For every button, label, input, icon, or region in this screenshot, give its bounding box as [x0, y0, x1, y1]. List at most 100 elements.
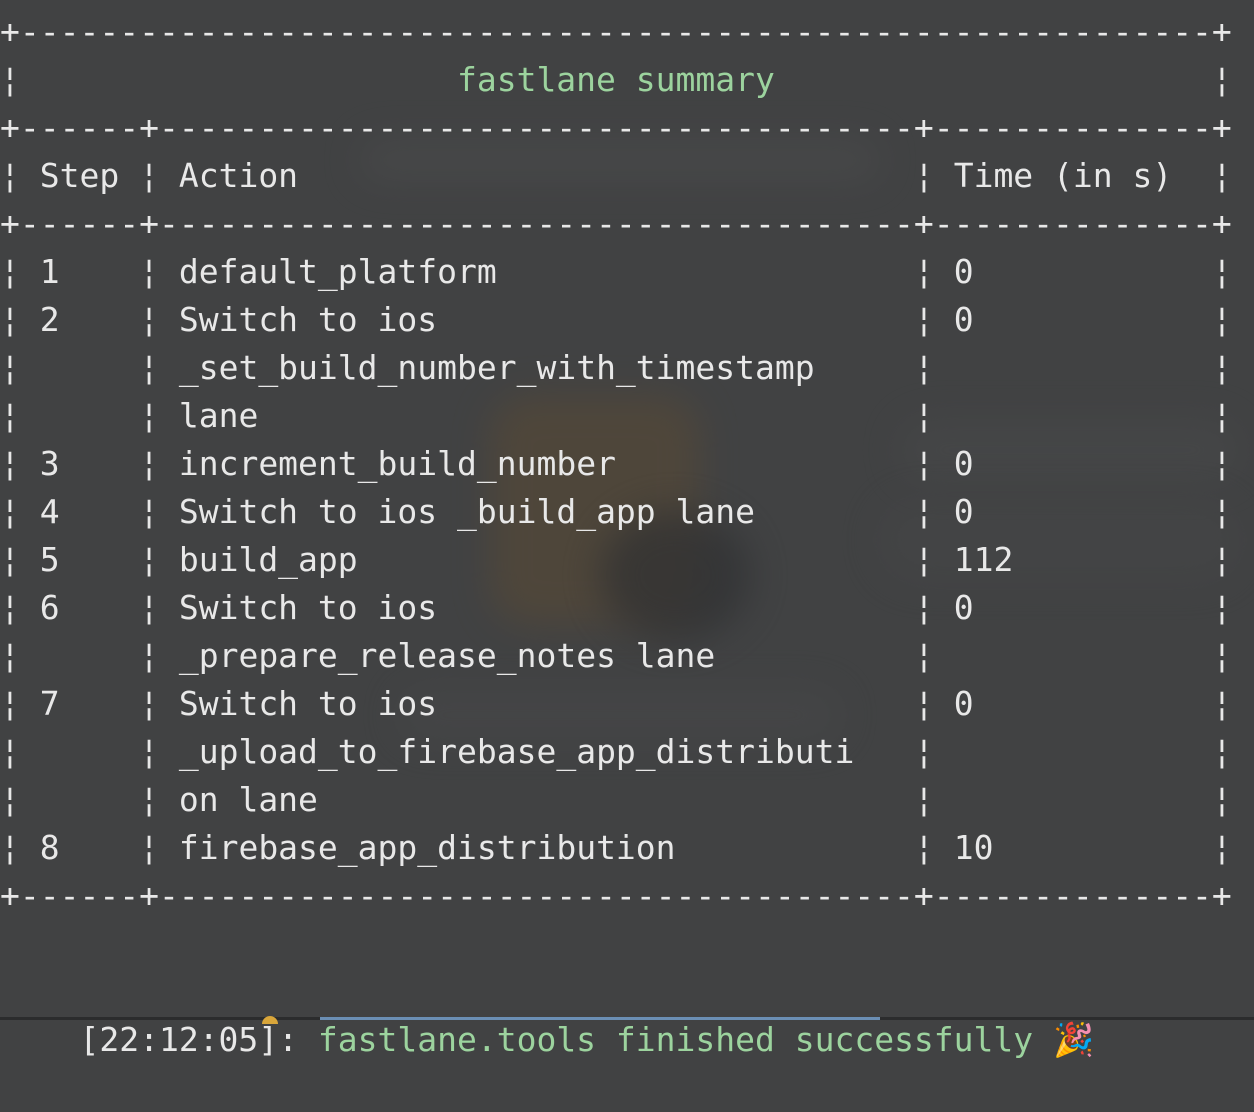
step-cell: 1 [39, 252, 120, 291]
step-cell [40, 732, 119, 771]
table-border: ¦ [0, 60, 457, 99]
table-border: ¦ [894, 348, 954, 387]
table-title-row: ¦ fastlane summary ¦ [0, 56, 1232, 104]
time-cell [954, 780, 1192, 819]
step-cell [40, 348, 119, 387]
table-border: ¦ [119, 636, 179, 675]
time-cell [954, 396, 1192, 435]
table-border-top: +---------------------------------------… [0, 8, 1232, 56]
column-header-action: Action [178, 156, 895, 195]
time-cell: 0 [953, 444, 1193, 483]
time-cell [954, 732, 1192, 771]
step-cell [40, 396, 119, 435]
table-border: ¦ [119, 780, 179, 819]
time-cell [954, 636, 1192, 675]
table-row: ¦ ¦ _upload_to_firebase_app_distributi ¦… [0, 728, 1232, 776]
status-timestamp: [22:12:05]: [79, 1020, 299, 1059]
table-border: ¦ [1192, 828, 1232, 867]
table-border: ¦ [0, 588, 40, 627]
table-border: ¦ [1192, 540, 1232, 579]
column-header-time: Time (in s) [953, 156, 1193, 195]
table-border: ¦ [1192, 684, 1232, 723]
table-border: ¦ [119, 156, 179, 195]
table-border: +------+--------------------------------… [0, 204, 1232, 243]
table-border: ¦ [0, 540, 40, 579]
action-cell: _set_build_number_with_timestamp [178, 348, 895, 387]
action-cell: _prepare_release_notes lane [178, 636, 895, 675]
table-border: ¦ [0, 636, 40, 675]
table-border: ¦ [1192, 396, 1232, 435]
table-row: ¦ ¦ on lane ¦ ¦ [0, 776, 1232, 824]
time-cell: 0 [953, 588, 1193, 627]
table-border: ¦ [894, 396, 954, 435]
table-border: ¦ [894, 732, 954, 771]
table-border: ¦ [894, 492, 954, 531]
table-border: ¦ [1192, 492, 1232, 531]
time-cell: 0 [953, 252, 1193, 291]
action-cell: on lane [178, 780, 895, 819]
table-border: ¦ [1192, 252, 1232, 291]
action-cell: Switch to ios _build_app lane [178, 492, 895, 531]
status-message: fastlane.tools finished successfully [317, 1020, 1034, 1059]
table-border: ¦ [894, 444, 954, 483]
action-cell: Switch to ios [178, 300, 895, 339]
column-header-step: Step [39, 156, 120, 195]
table-row: ¦ 6 ¦ Switch to ios ¦ 0 ¦ [0, 584, 1232, 632]
table-border: ¦ [1192, 348, 1232, 387]
time-cell: 112 [953, 540, 1193, 579]
terminal-output[interactable]: +---------------------------------------… [0, 0, 1254, 1059]
action-cell: firebase_app_distribution [178, 828, 895, 867]
table-separator: +------+--------------------------------… [0, 104, 1232, 152]
table-border: ¦ [894, 828, 954, 867]
table-border: ¦ [894, 684, 954, 723]
step-cell: 5 [39, 540, 120, 579]
table-border: ¦ [119, 540, 179, 579]
table-row: ¦ 8 ¦ firebase_app_distribution ¦ 10 ¦ [0, 824, 1232, 872]
action-cell: build_app [178, 540, 895, 579]
step-cell [40, 636, 119, 675]
table-border: ¦ [119, 396, 179, 435]
table-row: ¦ 5 ¦ build_app ¦ 112 ¦ [0, 536, 1232, 584]
time-cell [954, 348, 1192, 387]
action-cell: Switch to ios [178, 588, 895, 627]
table-border: ¦ [0, 492, 40, 531]
table-row: ¦ 1 ¦ default_platform ¦ 0 ¦ [0, 248, 1232, 296]
table-title: fastlane summary [456, 60, 775, 99]
table-border: ¦ [0, 732, 40, 771]
action-cell: lane [178, 396, 895, 435]
table-border: ¦ [1192, 300, 1232, 339]
table-border: ¦ [894, 252, 954, 291]
step-cell: 7 [39, 684, 120, 723]
table-border: ¦ [0, 300, 40, 339]
table-border: ¦ [119, 300, 179, 339]
table-border: ¦ [894, 780, 954, 819]
table-border: ¦ [119, 252, 179, 291]
table-separator: +------+--------------------------------… [0, 200, 1232, 248]
step-cell: 4 [39, 492, 120, 531]
table-border: ¦ [774, 60, 1232, 99]
table-row: ¦ ¦ lane ¦ ¦ [0, 392, 1232, 440]
table-border: ¦ [894, 156, 954, 195]
table-border: ¦ [0, 252, 40, 291]
table-border: +---------------------------------------… [0, 12, 1232, 51]
table-border: ¦ [0, 828, 40, 867]
time-cell: 10 [953, 828, 1193, 867]
table-border: +------+--------------------------------… [0, 876, 1232, 915]
table-border: ¦ [1192, 780, 1232, 819]
table-border: ¦ [0, 156, 40, 195]
table-border: ¦ [119, 828, 179, 867]
step-cell: 8 [39, 828, 120, 867]
time-cell: 0 [953, 492, 1193, 531]
time-cell: 0 [953, 684, 1193, 723]
action-cell: _upload_to_firebase_app_distributi [178, 732, 895, 771]
table-row: ¦ 2 ¦ Switch to ios ¦ 0 ¦ [0, 296, 1232, 344]
table-border: ¦ [119, 492, 179, 531]
step-cell: 2 [39, 300, 120, 339]
table-border: ¦ [119, 684, 179, 723]
step-cell: 3 [39, 444, 120, 483]
step-cell [40, 780, 119, 819]
table-row: ¦ 4 ¦ Switch to ios _build_app lane ¦ 0 … [0, 488, 1232, 536]
table-border: ¦ [0, 780, 40, 819]
table-border: ¦ [894, 540, 954, 579]
table-border: ¦ [0, 444, 40, 483]
